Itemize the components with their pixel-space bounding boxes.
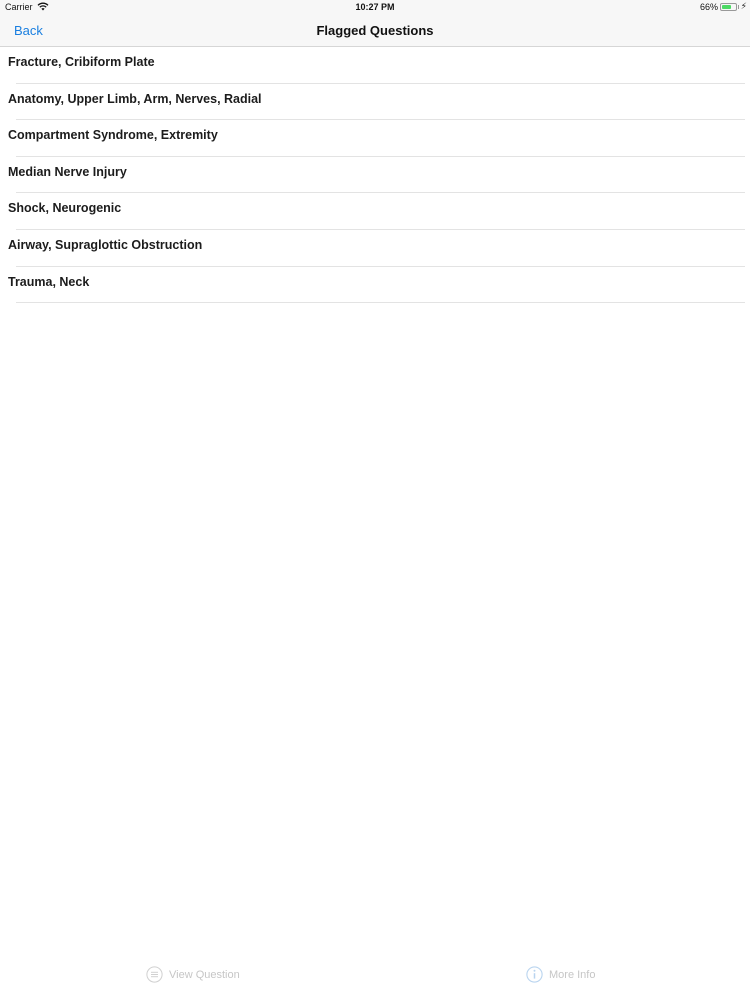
list-item[interactable]: Median Nerve Injury <box>0 157 750 194</box>
bolt-icon: ⚡︎ <box>740 1 747 11</box>
row-separator <box>16 302 745 304</box>
more-info-label: More Info <box>549 968 596 981</box>
app-window: Carrier 10:27 PM 66% ⚡︎ Back Flagged Que… <box>0 0 750 1000</box>
list-item-label: Anatomy, Upper Limb, Arm, Nerves, Radial <box>8 91 262 106</box>
clock: 10:27 PM <box>355 2 395 12</box>
list-item-label: Fracture, Cribiform Plate <box>8 55 155 69</box>
view-question-button[interactable]: View Question <box>146 966 240 983</box>
page-title: Flagged Questions <box>316 23 434 38</box>
flagged-questions-list: Fracture, Cribiform Plate Anatomy, Upper … <box>0 47 750 304</box>
list-item-label: Shock, Neurogenic <box>8 201 122 216</box>
navigation-bar: Back Flagged Questions <box>0 14 750 47</box>
list-item[interactable]: Fracture, Cribiform Plate <box>0 47 750 84</box>
battery-tip <box>737 5 739 9</box>
battery-icon <box>720 3 737 11</box>
list-item-label: Airway, Supraglottic Obstruction <box>8 237 203 252</box>
list-item[interactable]: Airway, Supraglottic Obstruction <box>0 230 750 267</box>
view-question-label: View Question <box>169 968 240 981</box>
status-bar: Carrier 10:27 PM 66% ⚡︎ <box>0 0 750 14</box>
list-item[interactable]: Shock, Neurogenic <box>0 193 750 230</box>
list-item-label: Compartment Syndrome, Extremity <box>8 128 218 143</box>
battery-percent: 66% <box>699 2 718 12</box>
info-icon <box>526 966 543 983</box>
list-item[interactable]: Compartment Syndrome, Extremity <box>0 120 750 157</box>
bottom-toolbar: View Question More Info <box>0 955 750 1000</box>
list-icon <box>146 966 163 983</box>
list-item-label: Trauma, Neck <box>8 274 90 289</box>
more-info-button[interactable]: More Info <box>526 966 595 983</box>
list-item[interactable]: Trauma, Neck <box>0 267 750 304</box>
list-item-label: Median Nerve Injury <box>8 164 127 179</box>
list-item[interactable]: Anatomy, Upper Limb, Arm, Nerves, Radial <box>0 84 750 121</box>
